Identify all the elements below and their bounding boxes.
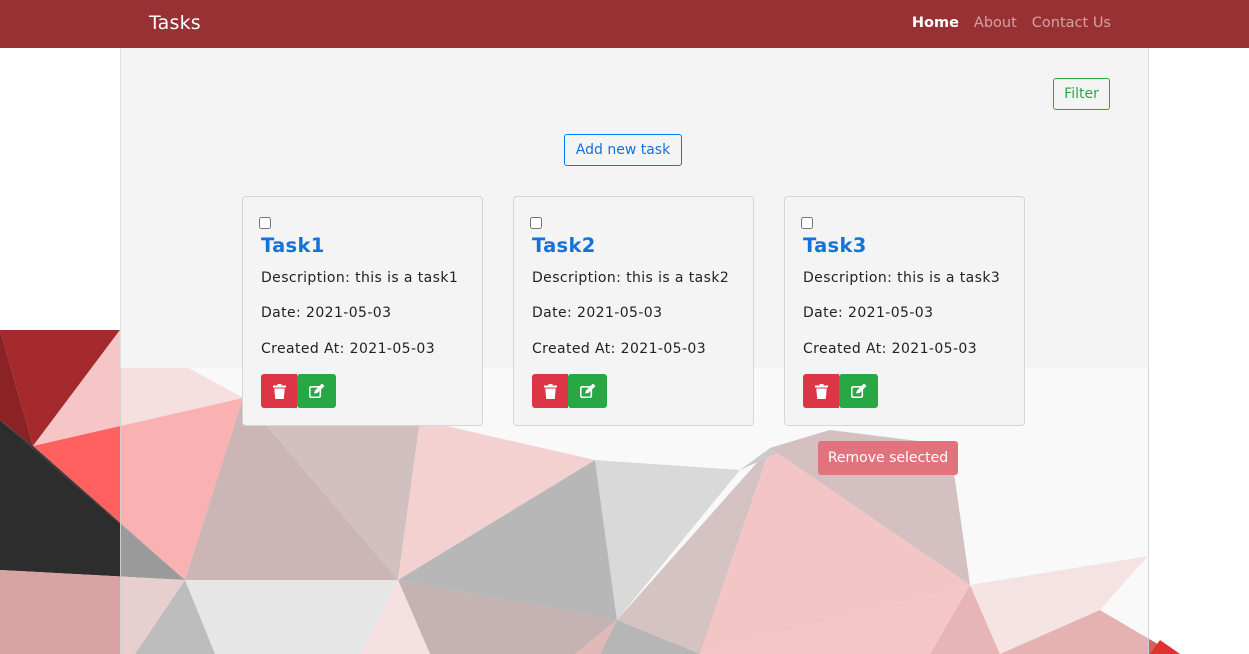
task-actions	[532, 374, 607, 408]
brand-logo[interactable]: Tasks	[149, 12, 201, 34]
task-title[interactable]: Task3	[803, 234, 867, 257]
task-select-checkbox[interactable]	[259, 217, 271, 229]
task-title[interactable]: Task2	[532, 234, 596, 257]
edit-task-button[interactable]	[297, 374, 336, 408]
trash-icon	[272, 383, 286, 399]
task-description: Description: this is a task1	[261, 270, 459, 286]
trash-icon	[814, 383, 828, 399]
task-created-at: Created At: 2021-05-03	[532, 341, 707, 357]
task-date: Date: 2021-05-03	[803, 305, 934, 321]
task-card: Task3 Description: this is a task3 Date:…	[784, 196, 1025, 426]
edit-icon	[850, 384, 866, 398]
nav-home[interactable]: Home	[912, 15, 959, 31]
task-date: Date: 2021-05-03	[532, 305, 663, 321]
filter-button[interactable]: Filter	[1053, 78, 1110, 110]
remove-selected-button[interactable]: Remove selected	[818, 441, 958, 475]
task-card: Task2 Description: this is a task2 Date:…	[513, 196, 754, 426]
delete-task-button[interactable]	[803, 374, 839, 408]
task-title[interactable]: Task1	[261, 234, 325, 257]
edit-task-button[interactable]	[839, 374, 878, 408]
nav-contact[interactable]: Contact Us	[1032, 15, 1111, 31]
nav-about[interactable]: About	[974, 15, 1017, 31]
edit-icon	[579, 384, 595, 398]
add-task-button[interactable]: Add new task	[564, 134, 682, 166]
task-date: Date: 2021-05-03	[261, 305, 392, 321]
task-description: Description: this is a task3	[803, 270, 1001, 286]
task-created-at: Created At: 2021-05-03	[803, 341, 978, 357]
task-select-checkbox[interactable]	[530, 217, 542, 229]
navbar: Tasks Home About Contact Us	[0, 0, 1249, 48]
delete-task-button[interactable]	[532, 374, 568, 408]
task-actions	[261, 374, 336, 408]
task-created-at: Created At: 2021-05-03	[261, 341, 436, 357]
task-description: Description: this is a task2	[532, 270, 730, 286]
nav-links: Home About Contact Us	[912, 15, 1111, 31]
task-select-checkbox[interactable]	[801, 217, 813, 229]
task-card: Task1 Description: this is a task1 Date:…	[242, 196, 483, 426]
trash-icon	[543, 383, 557, 399]
edit-task-button[interactable]	[568, 374, 607, 408]
edit-icon	[308, 384, 324, 398]
delete-task-button[interactable]	[261, 374, 297, 408]
task-actions	[803, 374, 878, 408]
